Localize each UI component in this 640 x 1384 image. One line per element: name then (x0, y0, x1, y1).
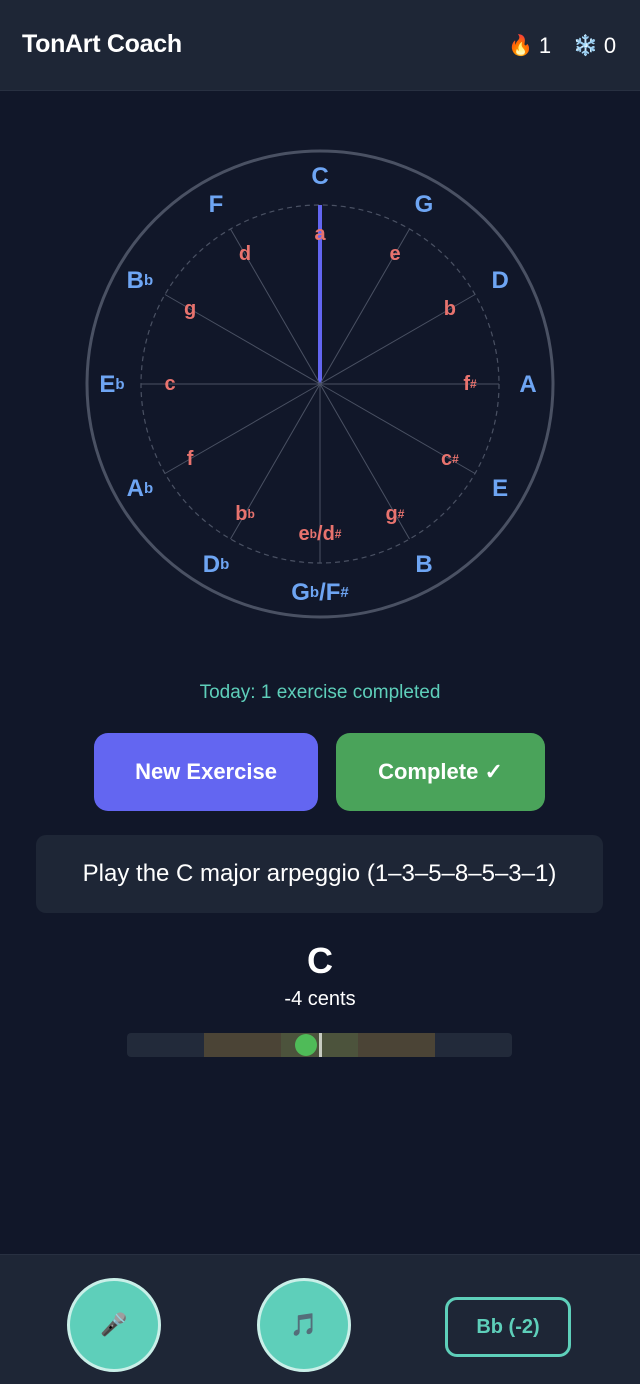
exercise-card: Play the C major arpeggio (1–3–5–8–5–3–1… (36, 835, 603, 913)
bottom-bar: 🎤 🎵 Bb (-2) (0, 1254, 640, 1384)
app-title: TonArt Coach (22, 30, 182, 58)
minor-key-b[interactable]: b (444, 298, 456, 320)
minor-key-d[interactable]: d (239, 243, 251, 265)
transpose-button[interactable]: Bb (-2) (445, 1297, 571, 1357)
app-header: TonArt Coach 🔥 1 ❄️ 0 (0, 0, 640, 91)
fire-icon: 🔥 (508, 35, 533, 57)
pitch-indicator (295, 1034, 318, 1056)
major-key-gb-fsharp[interactable]: Gb/F# (291, 579, 349, 606)
circle-of-fifths-wheel: a e b f# c# g# eb/d# bb f c g d C G D A E B Gb/F# Db Ab Eb Bb… (85, 149, 555, 619)
tuning-center-marker (319, 1033, 322, 1057)
minor-key-bb[interactable]: bb (235, 503, 255, 525)
major-key-bb[interactable]: Bb (127, 267, 154, 294)
minor-key-g[interactable]: g (184, 298, 196, 320)
major-key-g[interactable]: G (415, 190, 434, 217)
major-key-a[interactable]: A (519, 371, 536, 398)
snowflake-icon: ❄️ (573, 35, 598, 57)
microphone-icon: 🎤 (100, 1312, 128, 1337)
minor-key-c[interactable]: c (164, 373, 175, 395)
freeze-counter: ❄️ 0 (573, 33, 616, 59)
music-note-icon: 🎵 (290, 1312, 318, 1337)
cents-readout: -4 cents (284, 988, 356, 1010)
exercise-text: Play the C major arpeggio (1–3–5–8–5–3–1… (82, 860, 557, 887)
minor-key-gsharp[interactable]: g# (386, 503, 405, 525)
minor-key-fsharp[interactable]: f# (463, 373, 477, 395)
major-key-ab[interactable]: Ab (127, 475, 154, 502)
tuning-meter (127, 1033, 512, 1057)
circle-of-fifths: a e b f# c# g# eb/d# bb f c g d C G D A E B Gb/F# Db Ab Eb Bb… (0, 91, 640, 671)
minor-key-e[interactable]: e (389, 243, 400, 265)
complete-button[interactable]: Complete ✓ (336, 733, 545, 811)
minor-key-eb-dsharp[interactable]: eb/d# (299, 523, 342, 545)
streak-count: 1 (538, 33, 552, 58)
major-key-db[interactable]: Db (203, 551, 230, 578)
major-key-c[interactable]: C (311, 163, 328, 190)
major-key-b[interactable]: B (415, 551, 432, 578)
major-key-e[interactable]: E (492, 475, 508, 502)
microphone-button[interactable]: 🎤 (67, 1278, 161, 1372)
minor-key-f[interactable]: f (187, 448, 194, 470)
major-key-d[interactable]: D (491, 267, 508, 294)
today-progress: Today: 1 exercise completed (199, 682, 441, 703)
minor-key-a[interactable]: a (314, 223, 326, 245)
minor-key-csharp[interactable]: c# (441, 448, 459, 470)
streak-counter: 🔥 1 (508, 33, 551, 59)
new-exercise-button[interactable]: New Exercise (94, 733, 318, 811)
freeze-count: 0 (603, 33, 617, 58)
detected-note: C (307, 940, 333, 981)
music-button[interactable]: 🎵 (257, 1278, 351, 1372)
major-key-f[interactable]: F (209, 190, 224, 217)
major-key-eb[interactable]: Eb (99, 371, 124, 398)
